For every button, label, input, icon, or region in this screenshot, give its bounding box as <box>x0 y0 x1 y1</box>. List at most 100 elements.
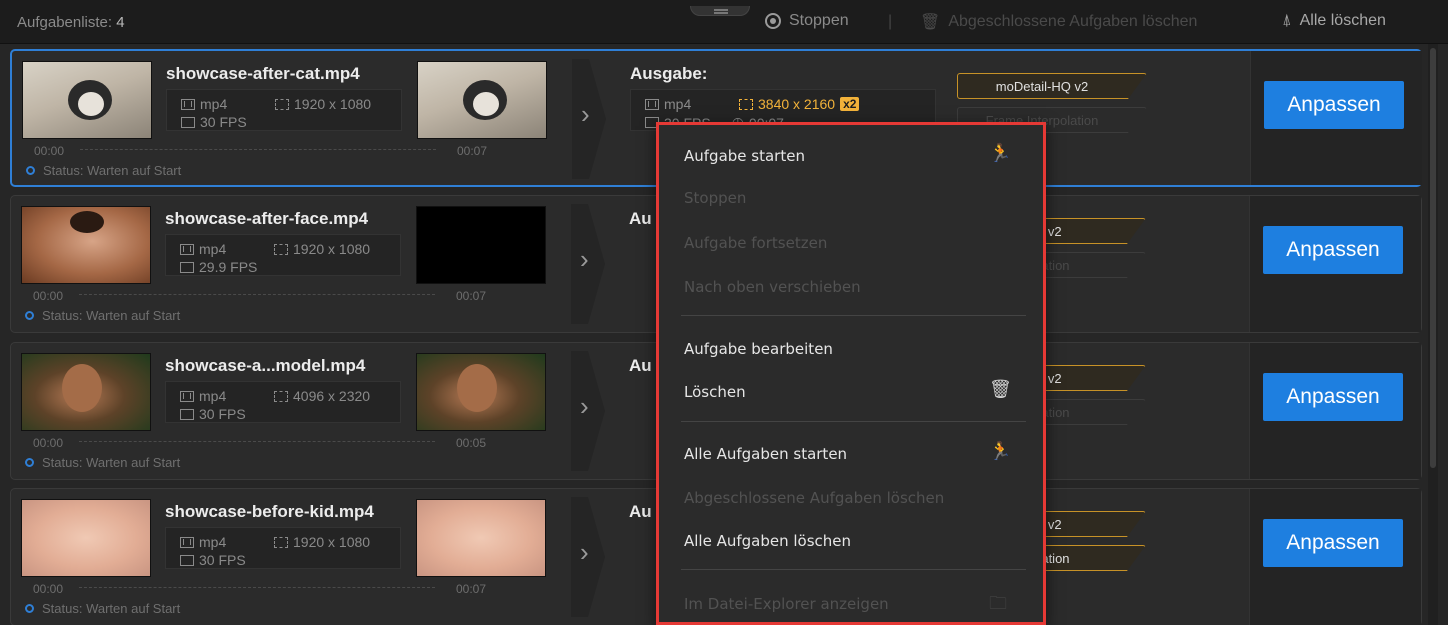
input-meta: mp4 1920 x 1080 29.9 FPS <box>165 234 401 276</box>
resolution-icon <box>739 98 753 110</box>
menu-item-start-task[interactable]: Aufgabe starten <box>684 147 805 165</box>
menu-item-start-all[interactable]: Alle Aufgaben starten <box>684 445 847 463</box>
chevron-right-icon: › <box>580 244 589 274</box>
status-icon <box>25 458 34 467</box>
input-meta: mp4 1920 x 1080 30 FPS <box>166 89 402 131</box>
output-label: Au <box>629 356 652 375</box>
format-meta: mp4 <box>180 241 226 257</box>
fps-meta: 30 FPS <box>180 406 246 422</box>
menu-divider <box>681 421 1026 422</box>
end-time: 00:07 <box>456 582 487 596</box>
timeline-divider <box>80 149 436 150</box>
menu-divider <box>681 315 1026 316</box>
format-value: mp4 <box>199 534 227 550</box>
output-thumbnail <box>416 499 546 577</box>
end-time: 00:07 <box>456 289 487 303</box>
chevron-right-icon: › <box>580 391 589 421</box>
resolution-meta: 1920 x 1080 <box>275 96 371 112</box>
status-icon <box>26 166 35 175</box>
clear-all-button[interactable]: ⍋ Alle löschen <box>1282 12 1386 30</box>
trash-icon: 🗑 <box>989 379 1012 399</box>
output-label: Ausgabe: <box>630 64 708 83</box>
stop-button[interactable]: Stoppen <box>765 12 849 30</box>
menu-item-resume-task[interactable]: Aufgabe fortsetzen <box>684 234 827 252</box>
resolution-meta: 1920 x 1080 <box>274 534 370 550</box>
format-value: mp4 <box>199 241 227 257</box>
output-format-meta: mp4 <box>645 96 691 112</box>
menu-item-show-in-explorer[interactable]: Im Datei-Explorer anzeigen <box>684 595 889 613</box>
output-format-value: mp4 <box>664 96 692 112</box>
timeline-divider <box>79 294 435 295</box>
fps-meta: 30 FPS <box>181 114 247 130</box>
format-meta: mp4 <box>180 388 226 404</box>
start-time: 00:00 <box>33 582 64 596</box>
format-meta: mp4 <box>181 96 227 112</box>
film-icon <box>180 536 194 548</box>
resolution-icon <box>274 390 288 402</box>
menu-item-move-up[interactable]: Nach oben verschieben <box>684 278 861 296</box>
menu-item-delete[interactable]: Löschen <box>684 383 746 401</box>
format-meta: mp4 <box>180 534 226 550</box>
fps-value: 30 FPS <box>199 406 246 422</box>
frame-icon <box>180 554 194 566</box>
file-name: showcase-a...model.mp4 <box>165 356 366 375</box>
scrollbar-thumb[interactable] <box>1430 48 1436 468</box>
output-resolution-value: 3840 x 2160 <box>758 96 836 112</box>
broom-icon: ⍋ <box>1282 12 1292 29</box>
menu-item-stop[interactable]: Stoppen <box>684 189 746 207</box>
start-time: 00:00 <box>33 436 64 450</box>
input-thumbnail <box>22 61 152 139</box>
status-text: Status: Warten auf Start <box>42 308 181 323</box>
menu-item-delete-all[interactable]: Alle Aufgaben löschen <box>684 532 851 550</box>
clear-finished-button[interactable]: 🗑 Abgeschlossene Aufgaben löschen <box>920 12 1197 32</box>
resolution-value: 1920 x 1080 <box>294 96 372 112</box>
format-value: mp4 <box>200 96 228 112</box>
frame-icon <box>181 116 195 128</box>
tasklist-label: Aufgabenliste: 4 <box>17 14 125 31</box>
customize-button[interactable]: Anpassen <box>1263 519 1403 567</box>
resolution-meta: 4096 x 2320 <box>274 388 370 404</box>
task-status: Status: Warten auf Start <box>25 601 180 616</box>
clear-all-label: Alle löschen <box>1299 12 1386 29</box>
fps-value: 30 FPS <box>200 114 247 130</box>
resolution-value: 1920 x 1080 <box>293 534 371 550</box>
film-icon <box>181 98 195 110</box>
output-thumbnail <box>416 353 546 431</box>
status-text: Status: Warten auf Start <box>43 163 182 178</box>
customize-button[interactable]: Anpassen <box>1263 373 1403 421</box>
resolution-value: 4096 x 2320 <box>293 388 371 404</box>
timeline-divider <box>79 587 435 588</box>
status-text: Status: Warten auf Start <box>42 455 181 470</box>
ai-model-tag[interactable]: moDetail-HQ v2 <box>957 73 1147 99</box>
task-toolbar: Aufgabenliste: 4 Stoppen | 🗑 Abgeschloss… <box>0 0 1448 44</box>
output-thumbnail <box>417 61 547 139</box>
input-thumbnail <box>21 353 151 431</box>
input-thumbnail <box>21 499 151 577</box>
task-status: Status: Warten auf Start <box>25 308 180 323</box>
chevron-right-icon: › <box>580 537 589 567</box>
fps-meta: 29.9 FPS <box>180 259 257 275</box>
menu-divider <box>681 569 1026 570</box>
customize-button[interactable]: Anpassen <box>1263 226 1403 274</box>
customize-button[interactable]: Anpassen <box>1264 81 1404 129</box>
tasklist-count: 4 <box>116 14 125 31</box>
timeline-divider <box>79 441 435 442</box>
file-name: showcase-after-cat.mp4 <box>166 64 360 83</box>
stop-label: Stoppen <box>789 12 849 29</box>
file-name: showcase-before-kid.mp4 <box>165 502 374 521</box>
status-icon <box>25 311 34 320</box>
tasklist-title: Aufgabenliste: <box>17 14 113 31</box>
frame-icon <box>180 261 194 273</box>
scale-badge: x2 <box>840 97 860 111</box>
fps-value: 30 FPS <box>199 552 246 568</box>
input-thumbnail <box>21 206 151 284</box>
menu-item-clear-finished[interactable]: Abgeschlossene Aufgaben löschen <box>684 489 944 507</box>
output-resolution-meta: 3840 x 2160 x2 <box>739 96 860 112</box>
output-thumbnail <box>416 206 546 284</box>
format-value: mp4 <box>199 388 227 404</box>
clear-finished-label: Abgeschlossene Aufgaben löschen <box>948 13 1198 30</box>
panel-grip-handle[interactable] <box>690 6 750 16</box>
input-meta: mp4 1920 x 1080 30 FPS <box>165 527 401 569</box>
menu-item-edit-task[interactable]: Aufgabe bearbeiten <box>684 340 833 358</box>
film-icon <box>645 98 659 110</box>
